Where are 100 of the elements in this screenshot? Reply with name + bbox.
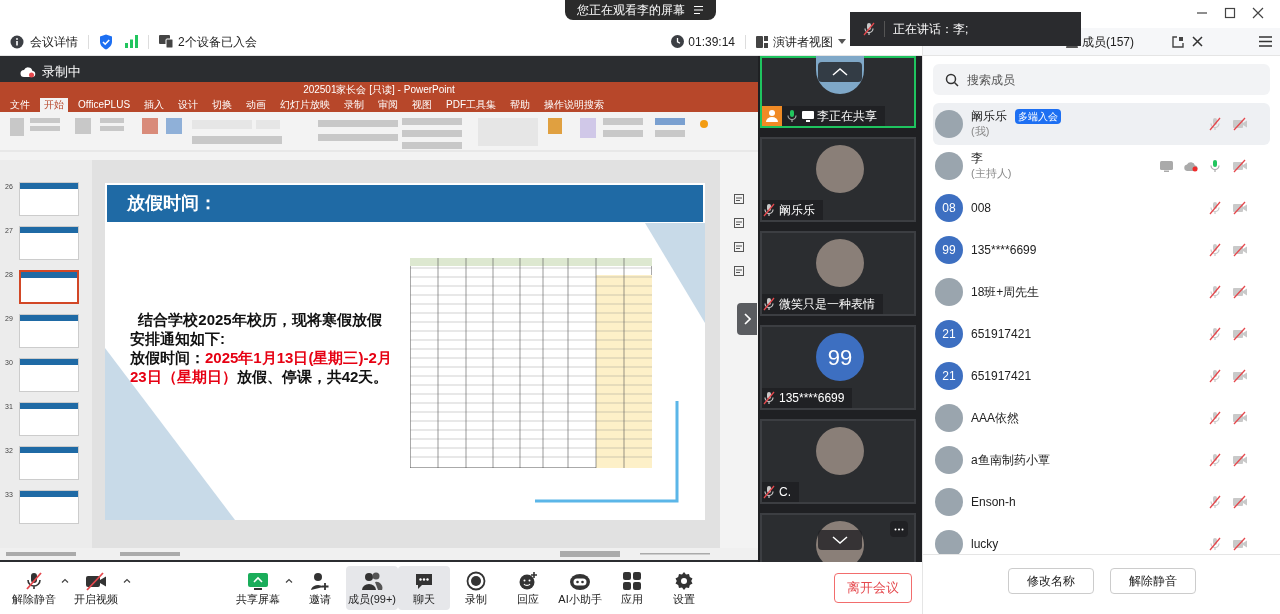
search-field[interactable]: 搜索成员 [933,64,1270,95]
panel-button[interactable]: 解除静音 [1109,567,1196,594]
panel-button[interactable]: 修改名称 [1007,567,1094,594]
member-row[interactable]: 18班+周先生 [933,271,1270,313]
member-row[interactable]: 21 651917421 [933,355,1270,397]
member-name: AAA依然 [971,410,1019,426]
scroll-up-button[interactable] [818,62,862,82]
avatar: 21 [935,362,963,390]
leave-meeting-button[interactable]: 离开会议 [834,573,912,603]
view-mode-button[interactable]: 演讲者视图 [756,32,846,51]
camera-off-icon [1232,285,1248,299]
caret-up-icon[interactable] [123,577,131,583]
meeting-duration: 01:39:14 [688,33,735,51]
clock-icon [671,35,685,48]
member-name: 008 [971,200,992,216]
pane-tool-icon[interactable] [734,266,744,276]
member-name: 李 [971,151,983,166]
close-icon[interactable] [1192,36,1203,47]
toolbar-button[interactable]: 成员(99+) [346,566,398,610]
maximize-icon[interactable] [1224,7,1236,19]
member-row[interactable]: 21 651917421 [933,313,1270,355]
slide-thumbnail[interactable] [19,182,79,216]
sharing-notice-banner[interactable]: 您正在观看李的屏幕 [564,0,716,20]
ribbon-tab[interactable]: 插入 [140,98,169,112]
toolbar-button[interactable]: 回应 [502,566,554,610]
chevron-right-icon [743,313,751,325]
slide-thumbnail[interactable] [19,314,79,348]
ribbon-tab[interactable]: PDF工具集 [442,98,501,112]
more-button[interactable] [890,521,908,537]
ribbon-tab[interactable]: 动画 [242,98,271,112]
member-row[interactable]: a鱼南制药小覃 [933,439,1270,481]
meeting-details-button[interactable]: 会议详情 [10,32,78,51]
chevron-up-icon [832,68,848,76]
avatar-photo-placeholder [935,446,963,474]
ribbon-tab[interactable]: OfficePLUS [74,98,135,112]
pane-tool-icon[interactable] [734,242,744,252]
avatar: 08 [935,194,963,222]
toolbar-button[interactable]: AI小助手 [554,566,606,610]
ribbon-tab[interactable]: 切换 [208,98,237,112]
popout-icon[interactable] [1172,35,1184,48]
recording-cloud-icon [20,66,36,78]
camera-off-icon [1232,369,1248,383]
avatar-photo-placeholder [935,152,963,180]
camera-off-icon [1232,327,1248,341]
side-arrow-button[interactable] [737,303,757,335]
toolbar-button[interactable]: 共享屏幕 [232,566,284,610]
member-row[interactable]: 08 008 [933,187,1270,229]
robot-icon [569,571,591,591]
toolbar-button[interactable]: 应用 [606,566,658,610]
member-role: (主持人) [971,166,1013,181]
slide-thumbnail[interactable] [19,490,79,524]
name-label: 阚乐乐 [762,200,823,220]
devices-button[interactable]: 2个设备已入会 [159,32,257,51]
member-row[interactable]: lucky [933,523,1270,554]
toolbar-button[interactable]: 设置 [658,566,710,610]
slide-thumbnail[interactable] [19,358,79,392]
camera-off-icon [1232,495,1248,509]
member-row[interactable]: 阚乐乐 多端入会 (我) [933,103,1270,145]
name-label: 135****6699 [762,388,853,408]
caret-up-icon[interactable] [61,577,69,583]
ribbon-tab[interactable]: 开始 [40,98,68,112]
avatar-photo-placeholder [935,530,963,554]
info-icon [10,34,24,49]
avatar-photo-placeholder [816,239,864,287]
avatar-photo-placeholder [816,145,864,193]
toolbar-button[interactable]: 邀请 [294,566,346,610]
pane-tool-icon[interactable] [734,218,744,228]
toolbar-button[interactable]: 录制 [450,566,502,610]
close-icon[interactable] [1252,7,1264,19]
camera-off-icon [1232,411,1248,425]
avatar-photo-placeholder [935,488,963,516]
toolbar-button[interactable]: 开启视频 [70,566,122,610]
avatar: 21 [935,320,963,348]
pane-tool-icon[interactable] [734,194,744,204]
slide-thumbnail[interactable] [19,270,79,304]
ribbon-tab[interactable]: 审阅 [374,98,403,112]
scroll-down-button[interactable] [818,530,862,550]
ribbon-tab[interactable]: 帮助 [506,98,535,112]
member-row[interactable]: AAA依然 [933,397,1270,439]
shield-check-icon[interactable] [99,33,113,50]
ribbon-tab[interactable]: 幻灯片放映 [276,98,335,112]
toolbar-button[interactable]: 解除静音 [8,566,60,610]
ribbon-tab[interactable]: 视图 [408,98,437,112]
record-icon [466,571,486,591]
name-label: 微笑只是一种表情 [762,294,883,314]
caret-up-icon[interactable] [285,577,293,583]
recording-label: 录制中 [42,63,81,82]
member-row[interactable]: Enson-h [933,481,1270,523]
slide-thumbnail[interactable] [19,402,79,436]
slide-thumbnail[interactable] [19,226,79,260]
search-icon [945,73,959,87]
ribbon-tab[interactable]: 录制 [340,98,369,112]
menu-icon[interactable] [1259,36,1272,47]
ribbon-tab[interactable]: 设计 [174,98,203,112]
member-row[interactable]: 李 (主持人) [933,145,1270,187]
ribbon-tab[interactable]: 操作说明搜索 [540,98,609,112]
slide-thumbnail[interactable] [19,446,79,480]
member-row[interactable]: 99 135****6699 [933,229,1270,271]
ribbon-tab[interactable]: 文件 [6,98,34,112]
toolbar-button[interactable]: 聊天 [398,566,450,610]
